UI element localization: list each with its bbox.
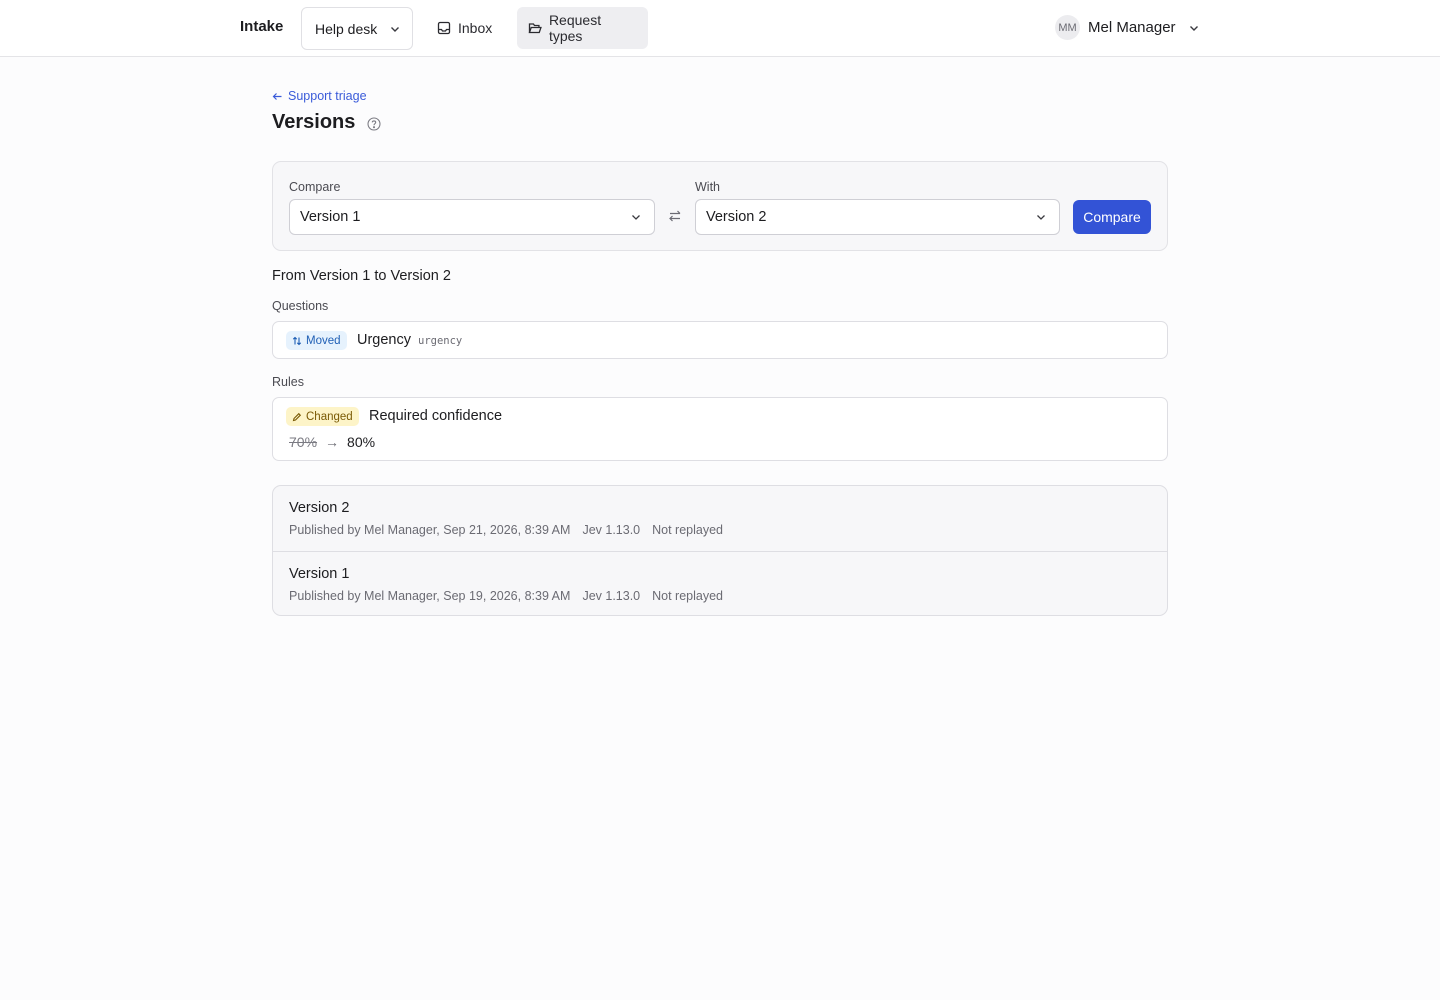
compare-label: Compare — [289, 180, 341, 194]
version-published: Published by Mel Manager, Sep 19, 2026, … — [289, 589, 571, 603]
back-link-label: Support triage — [288, 89, 367, 103]
question-label: Urgency — [357, 332, 411, 348]
chevron-down-icon — [391, 26, 400, 32]
user-name: Mel Manager — [1088, 19, 1176, 36]
back-link[interactable]: Support triage — [272, 89, 367, 103]
swap-icon[interactable] — [668, 209, 682, 223]
version-title: Version 2 — [289, 500, 350, 516]
arrow-left-icon — [272, 92, 282, 100]
app-brand[interactable]: Intake — [240, 18, 283, 35]
chevron-down-icon — [1189, 25, 1198, 31]
folder-open-icon — [528, 23, 542, 34]
nav-request-types-label: Request types — [548, 12, 602, 44]
compare-panel: Compare Version 1 With Version 2 Compare — [272, 161, 1168, 251]
rule-diff-card: Changed Required confidence 70% → 80% — [272, 397, 1168, 461]
help-circle-icon[interactable] — [367, 116, 381, 131]
user-menu[interactable]: MM Mel Manager — [1055, 15, 1200, 40]
with-label: With — [695, 180, 720, 194]
with-version-value: Version 2 — [706, 209, 767, 225]
version-engine: Jev 1.13.0 — [582, 589, 641, 603]
compare-version-select[interactable]: Version 1 — [289, 199, 655, 235]
rule-label: Required confidence — [369, 408, 503, 424]
old-value: 70% — [289, 434, 318, 450]
question-key: urgency — [418, 335, 463, 347]
nav-inbox-label: Inbox — [458, 20, 493, 36]
nav-inbox[interactable]: Inbox — [427, 7, 502, 49]
version-engine: Jev 1.13.0 — [582, 523, 641, 537]
changed-badge-label: Changed — [306, 410, 353, 423]
moved-badge-label: Moved — [306, 334, 341, 347]
new-value: 80% — [347, 434, 376, 450]
version-published: Published by Mel Manager, Sep 21, 2026, … — [289, 523, 571, 537]
inbox-icon — [437, 21, 451, 35]
compare-version-value: Version 1 — [300, 209, 361, 225]
avatar: MM — [1055, 15, 1080, 40]
compare-button[interactable]: Compare — [1073, 200, 1151, 234]
with-version-select[interactable]: Version 2 — [695, 199, 1060, 235]
version-status: Not replayed — [652, 523, 723, 537]
chevron-down-icon — [1037, 215, 1045, 220]
version-meta: Published by Mel Manager, Sep 19, 2026, … — [289, 589, 723, 603]
pencil-icon — [292, 412, 302, 421]
version-title: Version 1 — [289, 566, 350, 582]
page-title-text: Versions — [272, 111, 356, 133]
list-item[interactable]: Version 1 Published by Mel Manager, Sep … — [273, 551, 1167, 615]
question-diff-card: Moved Urgency urgency — [272, 321, 1168, 359]
version-status: Not replayed — [652, 589, 723, 603]
workspace-name: Help desk — [315, 20, 378, 37]
arrows-up-down-icon — [292, 336, 302, 345]
workspace-switcher-button[interactable]: Help desk — [301, 7, 413, 50]
rule-value-change: 70% → 80% — [289, 434, 375, 450]
questions-label: Questions — [272, 299, 329, 313]
changed-badge: Changed — [286, 407, 359, 426]
list-item[interactable]: Version 2 Published by Mel Manager, Sep … — [273, 486, 1167, 551]
top-navigation: Intake Help desk Inbox Request types MM … — [0, 0, 1440, 57]
nav-request-types[interactable]: Request types — [517, 7, 648, 49]
chevron-down-icon — [632, 215, 640, 220]
diff-title: From Version 1 to Version 2 — [272, 268, 451, 284]
page-title: Versions — [272, 111, 381, 134]
moved-badge: Moved — [286, 331, 347, 350]
arrow-right-icon: → — [325, 434, 340, 450]
version-meta: Published by Mel Manager, Sep 21, 2026, … — [289, 523, 723, 537]
rules-label: Rules — [272, 375, 304, 389]
version-list: Version 2 Published by Mel Manager, Sep … — [272, 485, 1168, 616]
